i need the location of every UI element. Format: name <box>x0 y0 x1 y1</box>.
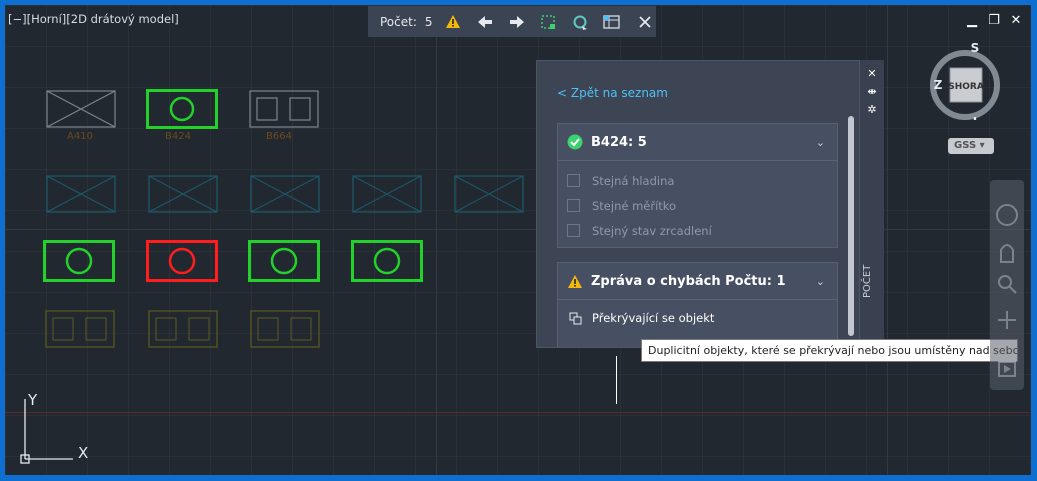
block-b664-instance[interactable] <box>250 310 320 348</box>
close-icon[interactable]: ✕ <box>1009 14 1023 28</box>
block-b424-selected[interactable] <box>146 89 218 129</box>
close-palette-icon[interactable]: ✕ <box>866 68 878 80</box>
error-item-overlapping[interactable]: Překrývající se objekt <box>558 300 837 336</box>
palette-title-strip: ✕ ⇼ ✲ POČET <box>860 60 884 348</box>
ucs-y-label: Y <box>27 391 38 409</box>
block-cross-instance[interactable] <box>250 175 320 213</box>
x-axis-line <box>5 412 1031 413</box>
arrow-left-icon[interactable] <box>474 11 496 33</box>
viewport-label[interactable]: [−][Horní][2D drátový model] <box>8 12 179 26</box>
coordinate-system-menu[interactable]: GSS ▾ <box>948 138 994 154</box>
checkbox[interactable] <box>567 174 580 187</box>
ucs-icon: Y X <box>20 391 88 464</box>
error-section-title: Zpráva o chybách Počtu: 1 <box>591 273 786 289</box>
block-b664[interactable] <box>249 90 319 128</box>
count-label: Počet: <box>380 14 417 29</box>
error-section-header[interactable]: Zpráva o chybách Počtu: 1 ⌄ <box>558 263 837 300</box>
grid-major-line <box>436 5 437 475</box>
option-label: Stejný stav zrcadlení <box>592 223 712 238</box>
chevron-down-icon[interactable]: ⌄ <box>816 275 825 288</box>
option-same-mirror[interactable]: Stejný stav zrcadlení <box>558 218 837 243</box>
scrollbar-thumb[interactable] <box>848 116 854 336</box>
compass-west[interactable]: Z <box>934 78 943 92</box>
navigation-bar[interactable] <box>990 180 1024 390</box>
recount-icon[interactable] <box>569 11 591 33</box>
overlap-icon <box>569 312 582 324</box>
block-a410[interactable] <box>46 90 116 128</box>
minimize-icon[interactable]: ▁ <box>965 14 979 28</box>
cursor <box>616 356 617 404</box>
check-circle-icon <box>567 134 583 150</box>
warning-icon <box>568 274 582 288</box>
option-same-scale[interactable]: Stejné měřítko <box>558 193 837 218</box>
viewcube-face[interactable]: SHORA <box>948 82 984 92</box>
block-cross-instance[interactable] <box>352 175 422 213</box>
error-item-label: Překrývající se objekt <box>592 311 715 325</box>
restore-icon[interactable]: ❐ <box>987 14 1001 28</box>
arrow-right-icon[interactable] <box>506 11 528 33</box>
chevron-down-icon[interactable]: ⌄ <box>816 136 825 149</box>
compass-south[interactable]: J <box>972 115 977 120</box>
palette-title: POČET <box>862 264 873 298</box>
tooltip: Duplicitní objekty, které se překrývají … <box>641 339 1018 362</box>
select-icon[interactable] <box>537 11 559 33</box>
block-label: B424 <box>165 131 191 142</box>
compass-north[interactable]: S <box>971 41 980 55</box>
back-to-list-link[interactable]: < Zpět na seznam <box>557 86 668 100</box>
count-display: Počet: 5 <box>380 15 433 29</box>
block-cross-instance[interactable] <box>148 175 218 213</box>
ucs-x-label: X <box>78 444 88 462</box>
block-section-header[interactable]: B424: 5 ⌄ <box>558 124 837 161</box>
count-toolbar: Počet: 5 <box>368 6 656 37</box>
option-label: Stejná hladina <box>592 173 675 188</box>
block-label: B664 <box>266 131 292 142</box>
window-controls: ▁ ❐ ✕ <box>965 14 1023 28</box>
auto-hide-icon[interactable]: ⇼ <box>866 86 878 98</box>
properties-icon[interactable]: ✲ <box>866 104 878 116</box>
block-cross-instance[interactable] <box>454 175 524 213</box>
viewcube[interactable]: SHORA S J V Z <box>925 40 1005 120</box>
option-label: Stejné měřítko <box>592 198 677 213</box>
block-b424-instance[interactable] <box>351 240 423 282</box>
checkbox[interactable] <box>567 224 580 237</box>
count-palette: < Zpět na seznam B424: 5 ⌄ Stejná hladin… <box>536 60 860 348</box>
block-b664-instance[interactable] <box>45 310 115 348</box>
block-section: B424: 5 ⌄ Stejná hladina Stejné měřítko … <box>557 123 838 248</box>
checkbox[interactable] <box>567 199 580 212</box>
block-b424-instance[interactable] <box>43 240 115 282</box>
navbar-icons <box>996 204 1018 377</box>
option-same-layer[interactable]: Stejná hladina <box>558 168 837 193</box>
warning-icon[interactable] <box>443 11 465 33</box>
close-count-icon[interactable] <box>634 11 656 33</box>
block-section-title: B424: 5 <box>591 134 647 150</box>
error-section: Zpráva o chybách Počtu: 1 ⌄ Překrývající… <box>557 262 838 347</box>
block-b424-instance[interactable] <box>248 240 320 282</box>
block-b424-overlap-error[interactable] <box>146 240 218 282</box>
scrollbar[interactable] <box>848 116 854 341</box>
block-b664-instance[interactable] <box>148 310 218 348</box>
grid-major-line <box>887 5 888 475</box>
gss-label: GSS <box>954 140 977 151</box>
count-value: 5 <box>424 14 433 29</box>
insert-table-icon[interactable] <box>601 11 623 33</box>
block-label: A410 <box>67 131 93 142</box>
block-cross-instance[interactable] <box>46 175 116 213</box>
